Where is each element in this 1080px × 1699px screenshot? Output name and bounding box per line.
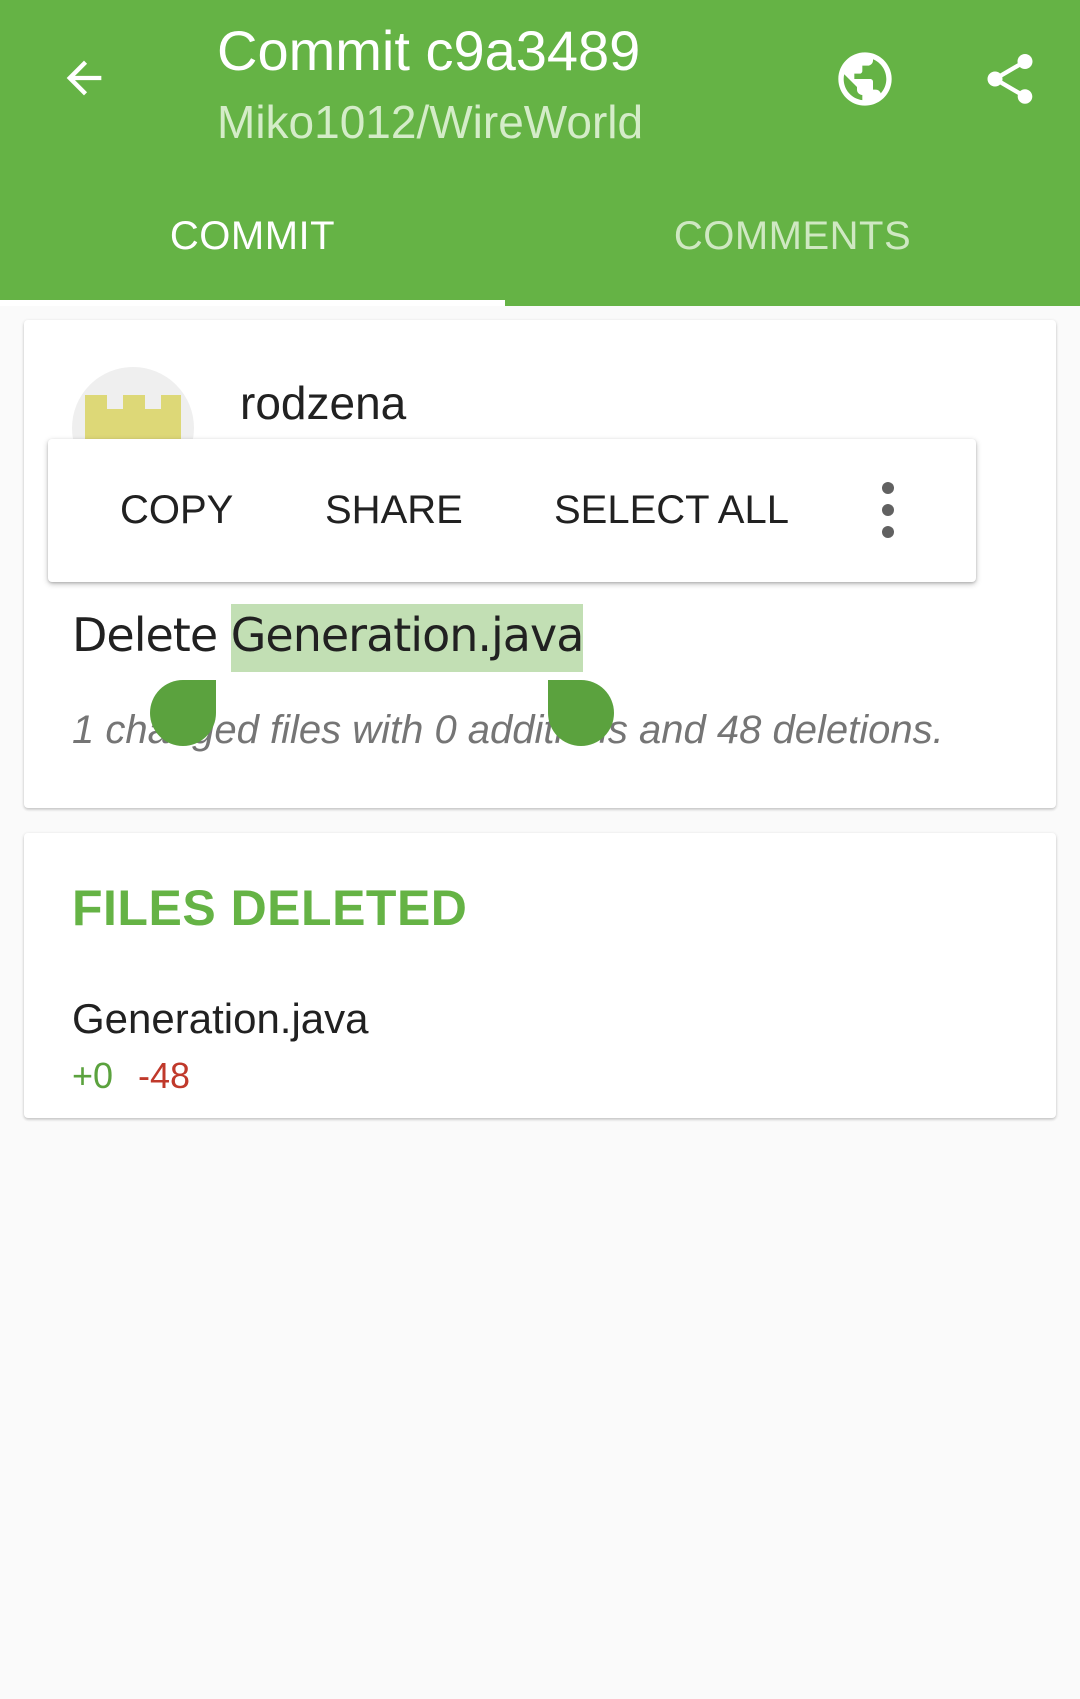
author-name[interactable]: rodzena <box>240 376 406 430</box>
open-in-browser-button[interactable] <box>830 44 900 114</box>
share-text-button[interactable]: SHARE <box>325 477 463 543</box>
file-deletions: -48 <box>138 1055 191 1096</box>
tab-commit[interactable]: COMMIT <box>0 196 505 276</box>
section-title: FILES DELETED <box>72 880 468 936</box>
page-title: Commit c9a3489 <box>217 19 641 82</box>
selection-handle-end[interactable] <box>548 680 614 746</box>
file-additions: +0 <box>72 1055 114 1096</box>
tab-comments[interactable]: COMMENTS <box>540 196 1045 276</box>
text-selection-toolbar: COPY SHARE SELECT ALL <box>48 439 976 582</box>
repo-subtitle: Miko1012/WireWorld <box>217 96 644 148</box>
commit-message-prefix: Delete <box>72 608 231 662</box>
selected-text[interactable]: Generation.java <box>230 604 584 672</box>
more-options-button[interactable] <box>868 477 908 543</box>
select-all-button[interactable]: SELECT ALL <box>554 477 789 543</box>
file-name: Generation.java <box>72 995 369 1042</box>
app-bar: Commit c9a3489 Miko1012/WireWorld COMMIT… <box>0 0 1080 306</box>
share-button[interactable] <box>975 44 1045 114</box>
arrow-back-icon <box>66 60 102 96</box>
share-icon <box>987 54 1033 104</box>
globe-icon <box>838 52 892 106</box>
selection-handle-start[interactable] <box>150 680 216 746</box>
back-button[interactable] <box>52 46 116 110</box>
more-vert-icon <box>882 482 894 538</box>
copy-button[interactable]: COPY <box>120 477 233 543</box>
files-card: FILES DELETED Generation.java +0 -48 <box>24 833 1056 1118</box>
tab-indicator <box>0 300 505 306</box>
commit-message[interactable]: Delete Generation.java <box>72 604 584 672</box>
